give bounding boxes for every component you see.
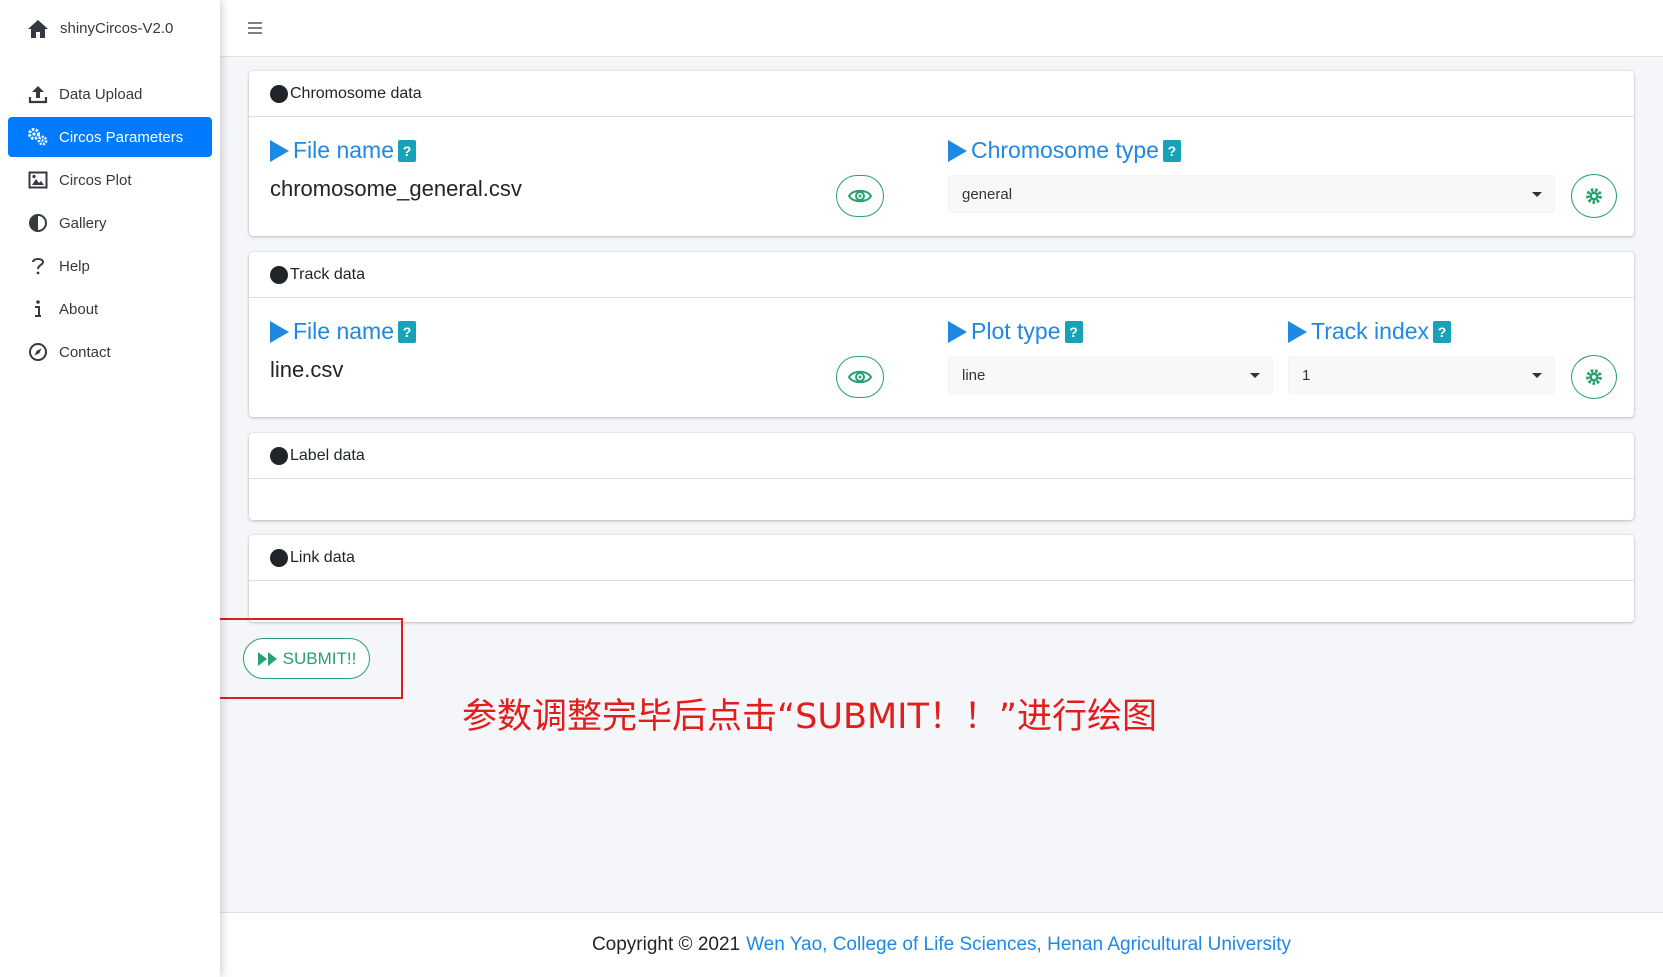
brand-title: shinyCircos-V2.0	[60, 20, 174, 37]
card-title: Track data	[290, 265, 365, 283]
compass-icon	[27, 341, 49, 363]
select-value: line	[962, 366, 986, 384]
info-icon	[27, 298, 49, 320]
track-index-label: Track index ?	[1288, 318, 1452, 345]
circle-icon	[270, 548, 288, 567]
chromosome-type-label: Chromosome type ?	[948, 137, 1181, 164]
sidebar-item-gallery[interactable]: Gallery	[8, 203, 212, 243]
select-value: general	[962, 185, 1013, 203]
caret-right-icon	[948, 139, 967, 162]
track-settings-button[interactable]	[1571, 355, 1617, 399]
help-icon[interactable]: ?	[1433, 320, 1452, 343]
sidebar-item-help[interactable]: Help	[8, 246, 212, 286]
submit-label: SUBMIT!!	[282, 648, 357, 668]
select-value: 1	[1302, 366, 1311, 384]
eye-icon	[848, 189, 872, 203]
footer-copyright: Copyright © 2021	[591, 934, 741, 955]
adjust-icon	[27, 212, 49, 234]
sidebar-item-circos-parameters[interactable]: Circos Parameters	[8, 117, 212, 157]
help-icon[interactable]: ?	[1064, 320, 1083, 343]
sidebar-item-label: Data Upload	[59, 85, 143, 103]
sidebar-item-label: Contact	[59, 343, 111, 361]
card-header: Label data	[249, 433, 1634, 479]
help-icon[interactable]: ?	[397, 320, 416, 343]
plot-type-label: Plot type ?	[948, 318, 1083, 345]
gear-icon	[1586, 369, 1602, 385]
caret-down-icon	[1250, 373, 1260, 378]
track-file-value: line.csv	[270, 357, 344, 382]
field-label-text: Chromosome type	[971, 137, 1159, 163]
upload-icon	[27, 83, 49, 105]
plot-type-select[interactable]: line	[948, 356, 1273, 394]
card-title: Chromosome data	[290, 84, 422, 102]
sidebar-item-label: Circos Parameters	[59, 128, 184, 146]
caret-down-icon	[1532, 192, 1542, 197]
question-icon	[27, 255, 49, 277]
card-header: Track data	[249, 252, 1634, 298]
circle-icon	[270, 84, 288, 103]
sidebar-item-data-upload[interactable]: Data Upload	[8, 74, 212, 114]
track-file-label: File name ?	[270, 318, 416, 345]
link-data-card: Link data	[249, 535, 1634, 622]
menu-toggle-icon[interactable]	[244, 17, 266, 39]
brand-link[interactable]: shinyCircos-V2.0	[0, 0, 220, 57]
field-label-text: Plot type	[971, 318, 1061, 344]
help-icon[interactable]: ?	[397, 139, 416, 162]
view-chromosome-button[interactable]	[836, 175, 884, 217]
chromosome-type-select[interactable]: general	[948, 175, 1555, 213]
caret-right-icon	[270, 320, 289, 343]
caret-right-icon	[270, 139, 289, 162]
cogs-icon	[27, 126, 49, 148]
home-icon	[27, 18, 49, 40]
sidebar-item-label: Circos Plot	[59, 171, 132, 189]
chromosome-settings-button[interactable]	[1571, 174, 1617, 218]
sidebar-item-label: Help	[59, 257, 90, 275]
card-title: Label data	[290, 446, 365, 464]
field-label-text: File name	[293, 318, 394, 344]
submit-button[interactable]: SUBMIT!!	[243, 638, 370, 679]
sidebar-item-contact[interactable]: Contact	[8, 332, 212, 372]
field-label-text: Track index	[1311, 318, 1430, 344]
footer-author-link[interactable]: Wen Yao, College of Life Sciences, Henan…	[746, 934, 1291, 956]
circle-icon	[270, 446, 288, 465]
image-icon	[27, 169, 49, 191]
chromosome-file-value: chromosome_general.csv	[270, 176, 522, 201]
annotation-text: 参数调整完毕后点击“SUBMIT！！”进行绘图	[462, 697, 1158, 737]
chromosome-file-label: File name ?	[270, 137, 416, 164]
card-header: Chromosome data	[249, 71, 1634, 117]
sidebar-nav: Data Upload Circos Parameters Circos Plo…	[8, 74, 212, 375]
track-index-select[interactable]: 1	[1288, 356, 1555, 394]
chromosome-data-card: Chromosome data File name ? chromosome_g…	[249, 71, 1634, 236]
sidebar-item-label: About	[59, 300, 99, 318]
forward-icon	[257, 651, 279, 667]
caret-down-icon	[1532, 373, 1542, 378]
track-data-card: Track data File name ? line.csv Plot typ…	[249, 252, 1634, 417]
footer: Copyright © 2021 Wen Yao, College of Lif…	[220, 912, 1663, 977]
top-navbar	[220, 0, 1663, 57]
sidebar-item-about[interactable]: About	[8, 289, 212, 329]
view-track-button[interactable]	[836, 356, 884, 398]
caret-right-icon	[948, 320, 967, 343]
sidebar-item-label: Gallery	[59, 214, 107, 232]
caret-right-icon	[1288, 320, 1307, 343]
label-data-card: Label data	[249, 433, 1634, 520]
sidebar-item-circos-plot[interactable]: Circos Plot	[8, 160, 212, 200]
card-header: Link data	[249, 535, 1634, 581]
sidebar: shinyCircos-V2.0 Data Upload Circos Para…	[0, 0, 220, 977]
field-label-text: File name	[293, 137, 394, 163]
gear-icon	[1586, 188, 1602, 204]
eye-icon	[848, 370, 872, 384]
card-title: Link data	[290, 548, 355, 566]
circle-icon	[270, 265, 288, 284]
help-icon[interactable]: ?	[1162, 139, 1181, 162]
